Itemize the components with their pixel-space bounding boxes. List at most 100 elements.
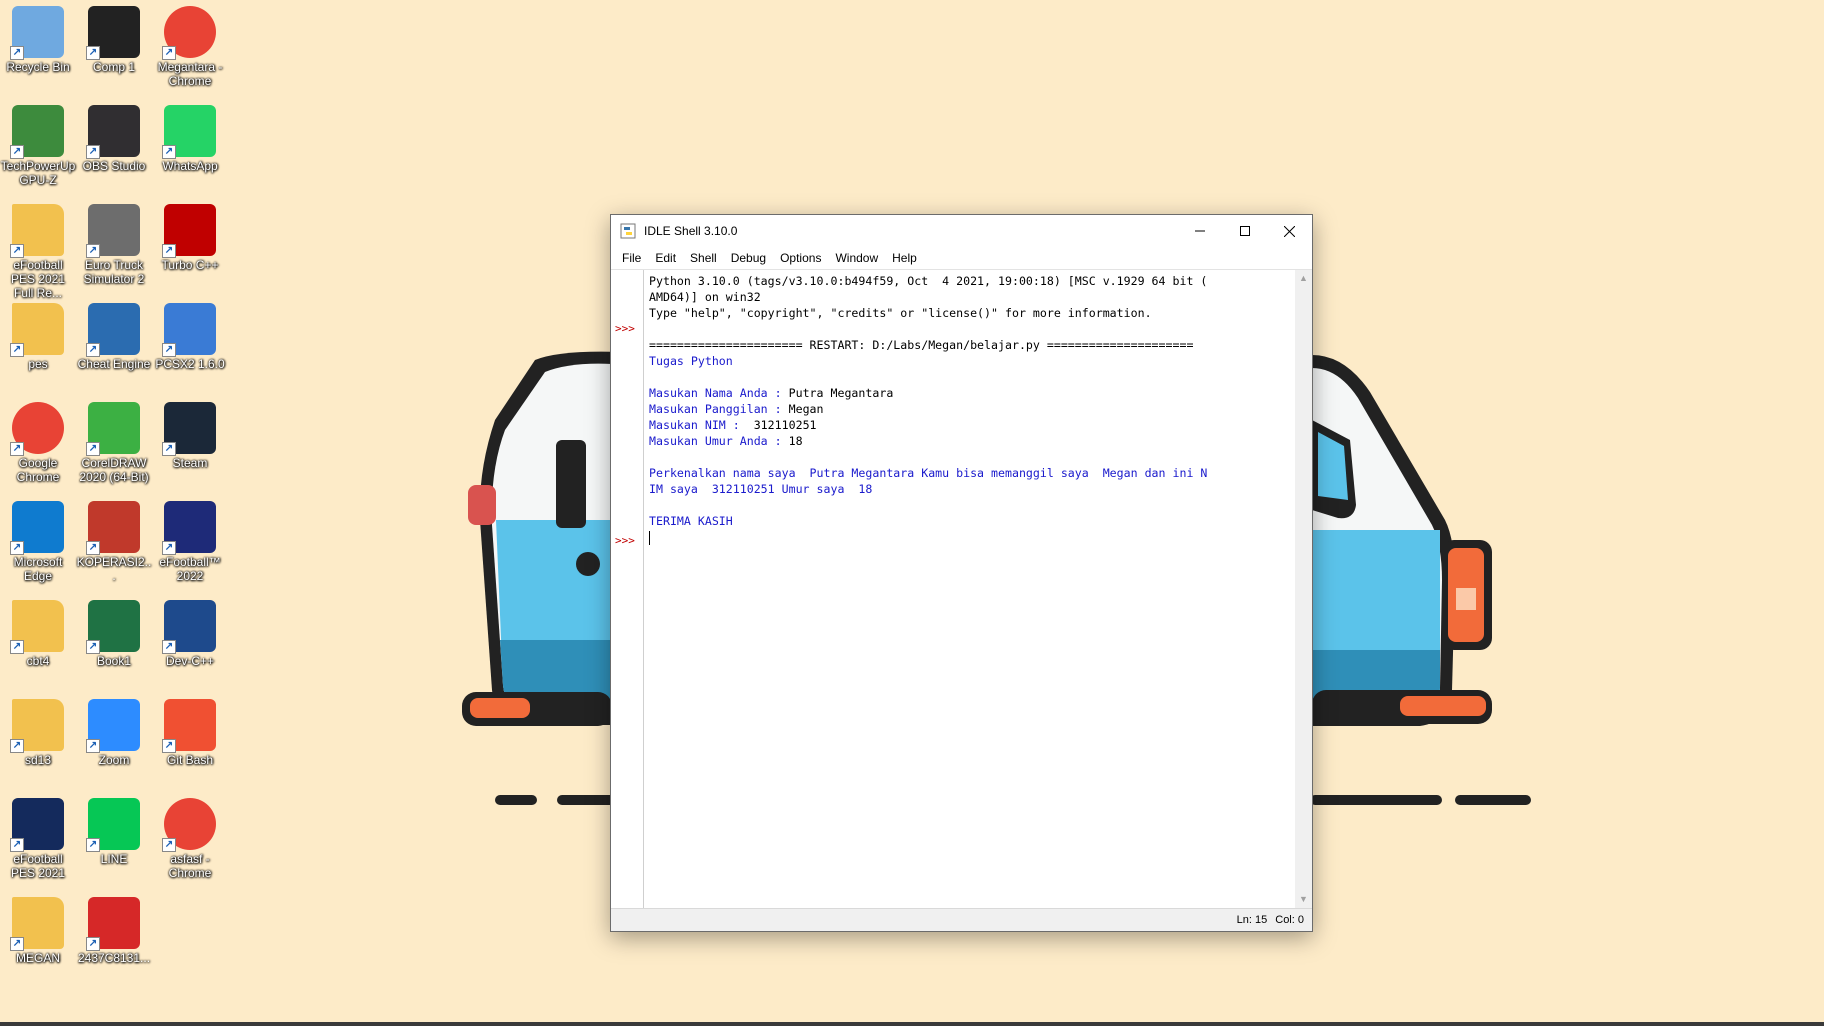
shortcut-arrow-icon: ↗	[162, 838, 176, 852]
output-line: Type "help", "copyright", "credits" or "…	[649, 306, 1152, 320]
desktop-icon-label: MEGAN	[15, 951, 60, 965]
desktop-icon[interactable]: ↗ asfasf - Chrome	[152, 792, 228, 880]
maximize-button[interactable]	[1222, 215, 1267, 247]
desktop-icon-label: Recycle Bin	[6, 60, 70, 74]
desktop-icon[interactable]: ↗ Cheat Engine	[76, 297, 152, 371]
shortcut-arrow-icon: ↗	[162, 541, 176, 555]
shortcut-arrow-icon: ↗	[10, 640, 24, 654]
desktop-icon[interactable]: ↗ Megantara - Chrome	[152, 0, 228, 88]
desktop-icon[interactable]: ↗ TechPowerUp GPU-Z	[0, 99, 76, 187]
shell-area[interactable]: >>> >>> Python 3.10.0 (tags/v3.10.0:b494…	[611, 269, 1312, 908]
desktop-icon[interactable]: ↗ Euro Truck Simulator 2	[76, 198, 152, 286]
menu-shell[interactable]: Shell	[683, 251, 724, 265]
scroll-up-icon[interactable]: ▲	[1295, 270, 1312, 287]
desktop-icon[interactable]: ↗ Recycle Bin	[0, 0, 76, 74]
desktop-icon[interactable]: ↗ MEGAN	[0, 891, 76, 965]
menu-bar: File Edit Shell Debug Options Window Hel…	[611, 247, 1312, 269]
output-line: AMD64)] on win32	[649, 290, 761, 304]
input-prompt-text: Masukan Nama Anda :	[649, 386, 789, 400]
output-line: Python 3.10.0 (tags/v3.10.0:b494f59, Oct…	[649, 274, 1208, 288]
desktop-icon[interactable]: ↗ Google Chrome	[0, 396, 76, 484]
desktop-icon[interactable]: ↗ Book1	[76, 594, 152, 668]
truck-icon: ↗	[86, 204, 140, 258]
menu-window[interactable]: Window	[828, 251, 885, 265]
desktop-icon-label: CorelDRAW 2020 (64-Bit)	[79, 456, 149, 484]
shell-output[interactable]: Python 3.10.0 (tags/v3.10.0:b494f59, Oct…	[649, 273, 1301, 545]
desktop-icon[interactable]: ↗ pes	[0, 297, 76, 371]
text-cursor	[649, 530, 650, 545]
shortcut-arrow-icon: ↗	[162, 739, 176, 753]
shortcut-arrow-icon: ↗	[162, 343, 176, 357]
desktop-icon[interactable]: ↗ PCSX2 1.6.0	[152, 297, 228, 371]
desktop-icon-label: Microsoft Edge	[13, 555, 63, 583]
coreldraw-icon: ↗	[86, 402, 140, 456]
desktop-icon[interactable]: ↗ Git Bash	[152, 693, 228, 767]
folder-icon: ↗	[10, 699, 64, 753]
user-input-text: Putra Megantara	[788, 386, 894, 400]
column-indicator: Col: 0	[1275, 914, 1304, 926]
menu-edit[interactable]: Edit	[648, 251, 683, 265]
desktop-icon-label: KOPERASI2...	[76, 555, 152, 583]
desktop-icon[interactable]: ↗ Zoom	[76, 693, 152, 767]
desktop-icon[interactable]: ↗ cbt4	[0, 594, 76, 668]
idle-shell-window[interactable]: IDLE Shell 3.10.0 File Edit Shell Debug …	[610, 214, 1313, 932]
shortcut-arrow-icon: ↗	[10, 541, 24, 555]
vertical-scrollbar[interactable]: ▲ ▼	[1295, 270, 1312, 908]
desktop-icon[interactable]: ↗ Comp 1	[76, 0, 152, 74]
desktop-icon[interactable]: ↗ eFootball PES 2021 Full Re...	[0, 198, 76, 300]
steam-icon: ↗	[162, 402, 216, 456]
desktop-icon-label: Turbo C++	[161, 258, 219, 272]
input-line: Masukan NIM : 312110251	[649, 417, 1301, 433]
desktop-icon-label: Megantara - Chrome	[157, 60, 223, 88]
title-bar[interactable]: IDLE Shell 3.10.0	[611, 215, 1312, 247]
shortcut-arrow-icon: ↗	[86, 937, 100, 951]
devcpp-icon: ↗	[162, 600, 216, 654]
desktop-icon[interactable]: ↗ Steam	[152, 396, 228, 470]
zoom-icon: ↗	[86, 699, 140, 753]
desktop-icon-label: Book1	[96, 654, 132, 668]
desktop-icon-label: OBS Studio	[82, 159, 146, 173]
desktop-icon[interactable]: ↗ WhatsApp	[152, 99, 228, 173]
input-cursor-line[interactable]	[649, 529, 1301, 545]
output-line: TERIMA KASIH	[649, 514, 733, 528]
user-input-text: 18	[788, 434, 803, 448]
minimize-icon	[1194, 230, 1205, 232]
desktop-icon[interactable]: ↗ eFootball™ 2022	[152, 495, 228, 583]
chrome-profile-icon: ↗	[162, 6, 216, 60]
turbo-cpp-icon: ↗	[162, 204, 216, 258]
input-prompt-text: Masukan Panggilan :	[649, 402, 789, 416]
desktop-icon-label: eFootball PES 2021 Full Re...	[10, 258, 66, 300]
menu-options[interactable]: Options	[773, 251, 828, 265]
maximize-icon	[1239, 226, 1250, 236]
menu-help[interactable]: Help	[885, 251, 924, 265]
shortcut-arrow-icon: ↗	[162, 442, 176, 456]
desktop-icon[interactable]: ↗ OBS Studio	[76, 99, 152, 173]
desktop-icon[interactable]: ↗ CorelDRAW 2020 (64-Bit)	[76, 396, 152, 484]
line-indicator: Ln: 15	[1236, 914, 1268, 926]
minimize-button[interactable]	[1177, 215, 1222, 247]
desktop-icon[interactable]: ↗ sd13	[0, 693, 76, 767]
close-button[interactable]	[1267, 215, 1312, 247]
scroll-down-icon[interactable]: ▼	[1295, 891, 1312, 908]
menu-file[interactable]: File	[615, 251, 648, 265]
menu-debug[interactable]: Debug	[724, 251, 773, 265]
desktop-icon-label: eFootball™ 2022	[159, 555, 221, 583]
chrome-icon: ↗	[10, 402, 64, 456]
input-line: Masukan Panggilan : Megan	[649, 401, 1301, 417]
desktop-icon-label: Steam	[172, 456, 208, 470]
desktop-icon[interactable]: ↗ eFootball PES 2021	[0, 792, 76, 880]
desktop-icon[interactable]: ↗ Dev-C++	[152, 594, 228, 668]
folder-icon: ↗	[10, 303, 64, 357]
input-prompt-text: Masukan Umur Anda :	[649, 434, 789, 448]
git-bash-icon: ↗	[162, 699, 216, 753]
shortcut-arrow-icon: ↗	[10, 442, 24, 456]
desktop-icon[interactable]: ↗ KOPERASI2...	[76, 495, 152, 583]
input-line: Masukan Umur Anda : 18	[649, 433, 1301, 449]
desktop-icon[interactable]: ↗ Turbo C++	[152, 198, 228, 272]
desktop-icon[interactable]: ↗ Microsoft Edge	[0, 495, 76, 583]
taskbar-edge	[0, 1022, 1824, 1026]
shortcut-arrow-icon: ↗	[10, 739, 24, 753]
desktop-icon[interactable]: ↗ LINE	[76, 792, 152, 866]
desktop-icon[interactable]: ↗ 2437C8131...	[76, 891, 152, 965]
